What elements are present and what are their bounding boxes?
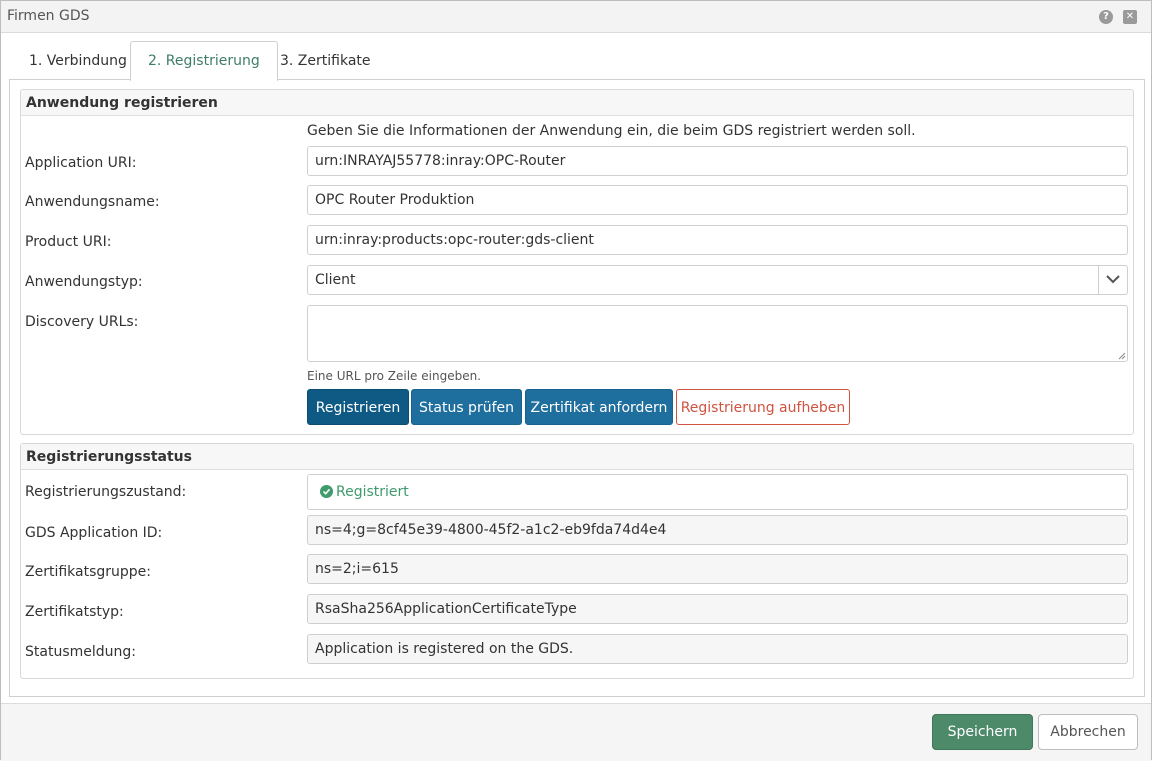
save-button[interactable]: Speichern	[932, 714, 1033, 750]
gds-application-id-label: GDS Application ID:	[25, 525, 163, 541]
tab-verbindung[interactable]: 1. Verbindung	[11, 41, 145, 79]
registration-fieldset: Anwendung registrieren	[20, 89, 1134, 435]
discovery-urls-hint: Eine URL pro Zeile eingeben.	[307, 369, 481, 383]
help-icon[interactable]: ?	[1099, 10, 1113, 24]
product-uri-label: Product URI:	[25, 234, 112, 250]
registration-state-label: Registrierungszustand:	[25, 484, 187, 500]
tab-zertifikate[interactable]: 3. Zertifikate	[262, 41, 389, 79]
application-name-input[interactable]: OPC Router Produktion	[307, 185, 1128, 215]
resize-grip-icon[interactable]	[1118, 352, 1126, 360]
dialog-footer: Speichern Abbrechen	[1, 703, 1151, 761]
status-message-field[interactable]: Application is registered on the GDS.	[307, 634, 1128, 664]
discovery-urls-textarea[interactable]	[307, 305, 1128, 362]
check-circle-icon	[320, 485, 333, 498]
registration-intro: Geben Sie die Informationen der Anwendun…	[307, 123, 916, 139]
application-name-label: Anwendungsname:	[25, 194, 160, 210]
dialog-window: Firmen GDS ? ✕ 1. Verbindung 2. Registri…	[0, 0, 1152, 761]
chevron-down-icon[interactable]	[1098, 266, 1127, 294]
tab-registrierung[interactable]: 2. Registrierung	[130, 41, 278, 81]
application-type-select[interactable]: Client	[307, 265, 1128, 295]
gds-application-id-field[interactable]: ns=4;g=8cf45e39-4800-45f2-a1c2-eb9fda74d…	[307, 515, 1128, 545]
check-status-button[interactable]: Status prüfen	[411, 389, 522, 425]
application-uri-label: Application URI:	[25, 155, 137, 171]
certificate-type-field[interactable]: RsaSha256ApplicationCertificateType	[307, 594, 1128, 624]
window-title: Firmen GDS	[7, 8, 90, 24]
product-uri-input[interactable]: urn:inray:products:opc-router:gds-client	[307, 225, 1128, 255]
discovery-urls-label: Discovery URLs:	[25, 314, 139, 330]
registration-legend: Anwendung registrieren	[21, 90, 1133, 116]
cancel-button[interactable]: Abbrechen	[1038, 714, 1138, 750]
registration-state-field: Registriert	[307, 474, 1128, 510]
request-certificate-button[interactable]: Zertifikat anfordern	[525, 389, 673, 425]
application-type-value: Client	[315, 272, 356, 288]
registration-state-value: Registriert	[336, 484, 409, 500]
status-legend: Registrierungsstatus	[21, 444, 1133, 470]
title-bar: Firmen GDS ? ✕	[1, 1, 1151, 33]
unregister-button[interactable]: Registrierung aufheben	[676, 389, 850, 425]
close-icon[interactable]: ✕	[1123, 10, 1137, 24]
certificate-group-field[interactable]: ns=2;i=615	[307, 554, 1128, 584]
application-uri-input[interactable]: urn:INRAYAJ55778:inray:OPC-Router	[307, 146, 1128, 176]
certificate-group-label: Zertifikatsgruppe:	[25, 564, 151, 580]
certificate-type-label: Zertifikatstyp:	[25, 604, 124, 620]
application-type-label: Anwendungstyp:	[25, 274, 143, 290]
register-button[interactable]: Registrieren	[307, 389, 409, 425]
status-message-label: Statusmeldung:	[25, 644, 136, 660]
